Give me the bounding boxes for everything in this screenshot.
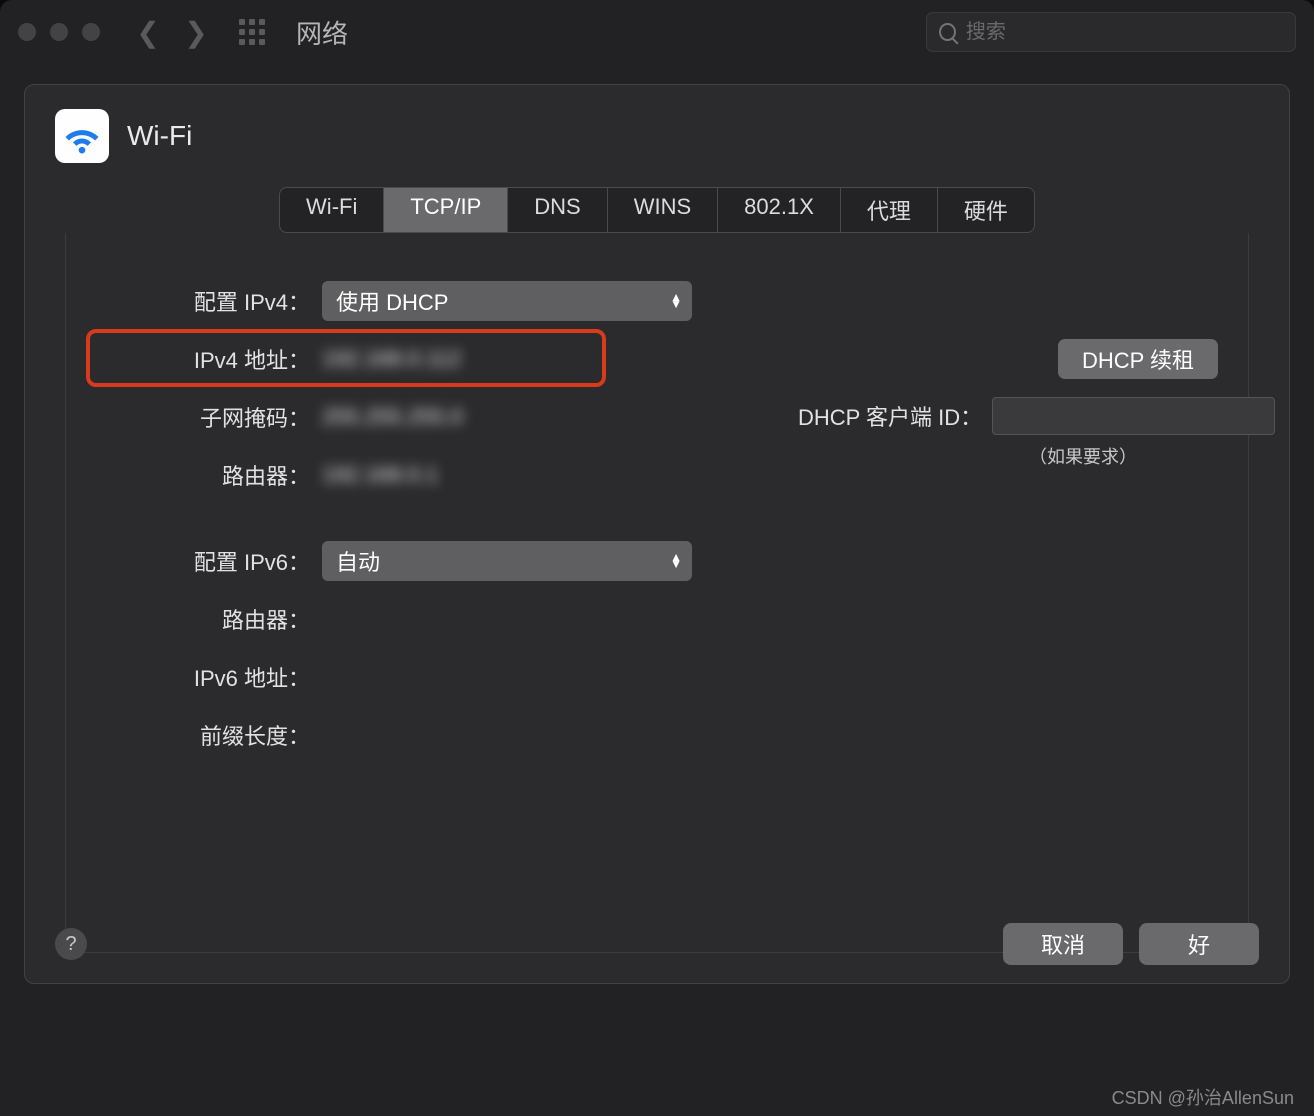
tab-content: 配置 IPv4： 使用 DHCP ▲▼ IPv4 地址： 192.168.0.1… [65, 233, 1249, 953]
ipv6-addr-label: IPv6 地址： [92, 661, 322, 693]
chevron-updown-icon: ▲▼ [670, 554, 682, 568]
dhcp-client-id-hint: （如果要求） [948, 443, 1218, 469]
ipv6-config-select[interactable]: 自动 ▲▼ [322, 541, 692, 581]
help-button[interactable]: ? [55, 928, 87, 960]
ok-button[interactable]: 好 [1139, 923, 1259, 965]
subnet-value: 255.255.255.0 [322, 404, 463, 430]
titlebar: ❮ ❯ 网络 [0, 0, 1314, 64]
dhcp-client-id-label: DHCP 客户端 ID： [798, 400, 982, 432]
dhcp-client-id-input[interactable] [992, 397, 1275, 435]
tab-wi-fi[interactable]: Wi-Fi [280, 188, 384, 232]
watermark: CSDN @孙治AllenSun [1112, 1084, 1294, 1110]
ipv4-config-select[interactable]: 使用 DHCP ▲▼ [322, 281, 692, 321]
chevron-updown-icon: ▲▼ [670, 294, 682, 308]
close-dot[interactable] [18, 23, 36, 41]
tab-tcp-ip[interactable]: TCP/IP [384, 188, 508, 232]
window-controls [18, 23, 100, 41]
tab--[interactable]: 代理 [841, 188, 938, 232]
settings-sheet: Wi-Fi Wi-FiTCP/IPDNSWINS802.1X代理硬件 配置 IP… [24, 84, 1290, 984]
tab-bar: Wi-FiTCP/IPDNSWINS802.1X代理硬件 [279, 187, 1035, 233]
zoom-dot[interactable] [82, 23, 100, 41]
tab-dns[interactable]: DNS [508, 188, 607, 232]
search-icon [939, 23, 956, 41]
sheet-title: Wi-Fi [127, 120, 192, 152]
window-title: 网络 [296, 14, 348, 51]
tab-wins[interactable]: WINS [608, 188, 718, 232]
tab-802-1x[interactable]: 802.1X [718, 188, 841, 232]
minimize-dot[interactable] [50, 23, 68, 41]
wifi-icon [55, 109, 109, 163]
ipv6-config-value: 自动 [336, 545, 380, 577]
ipv4-config-label: 配置 IPv4： [92, 285, 322, 317]
apps-grid-icon[interactable] [234, 14, 270, 50]
prefix-label: 前缀长度： [92, 719, 322, 751]
forward-button[interactable]: ❯ [178, 14, 214, 50]
dhcp-renew-button[interactable]: DHCP 续租 [1058, 339, 1218, 379]
router-value: 192.168.0.1 [322, 462, 438, 488]
ipv4-config-value: 使用 DHCP [336, 285, 448, 317]
router-label: 路由器： [92, 459, 322, 491]
tab--[interactable]: 硬件 [938, 188, 1034, 232]
router6-label: 路由器： [92, 603, 322, 635]
ipv6-config-label: 配置 IPv6： [92, 545, 322, 577]
cancel-button[interactable]: 取消 [1003, 923, 1123, 965]
subnet-label: 子网掩码： [92, 401, 322, 433]
search-box[interactable] [926, 12, 1296, 52]
search-input[interactable] [966, 21, 1283, 44]
back-button[interactable]: ❮ [130, 14, 166, 50]
ipv4-addr-value: 192.168.0.112 [322, 346, 461, 372]
